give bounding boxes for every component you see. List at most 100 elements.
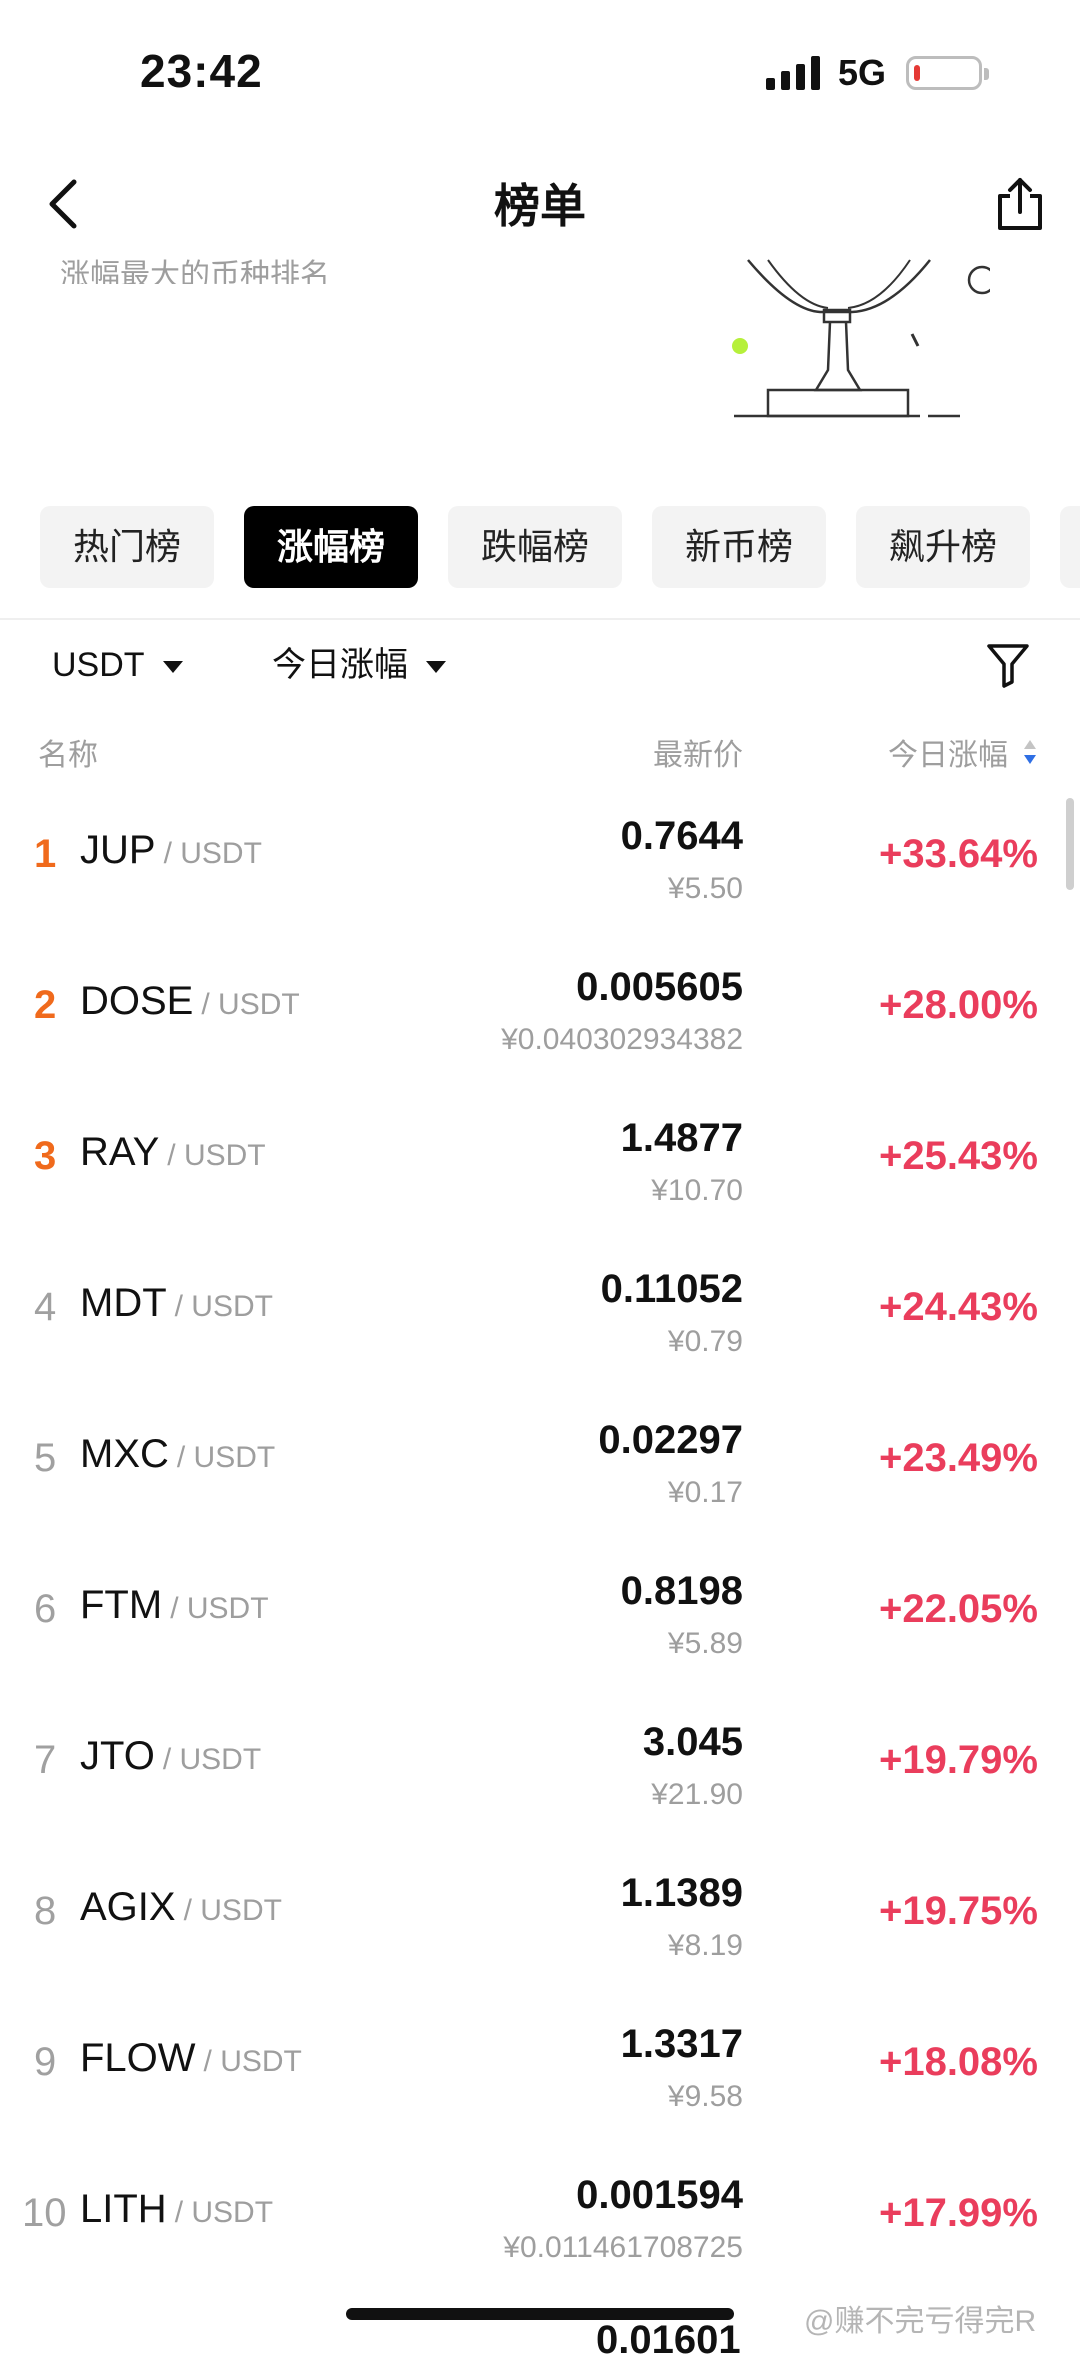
column-header-price[interactable]: 最新价 (653, 730, 743, 774)
last-price: 0.8198 (620, 1569, 743, 1613)
rank-number: 1 (34, 832, 57, 876)
table-row[interactable]: 4 MDT / USDT 0.11052 ¥0.79 +24.43% (0, 1245, 1080, 1396)
cny-price: ¥0.011461708725 (503, 2231, 743, 2264)
pair-name: MXC / USDT (80, 1432, 275, 1477)
trophy-illustration (732, 259, 990, 418)
pair-name: FLOW / USDT (80, 2036, 302, 2081)
coin-symbol: MXC (80, 1432, 169, 1476)
share-icon[interactable] (992, 176, 1048, 232)
cny-price: ¥10.70 (651, 1174, 743, 1207)
divider (0, 618, 1080, 620)
cny-price: ¥5.50 (667, 872, 743, 905)
last-price: 0.11052 (600, 1267, 743, 1311)
change-percent: +23.49% (878, 1436, 1038, 1480)
table-row[interactable]: 10 LITH / USDT 0.001594 ¥0.011461708725 +17.9… (0, 2151, 1080, 2302)
network-type: 5G (838, 52, 887, 93)
rank-number: 5 (34, 1436, 57, 1480)
quote-currency: / USDT (174, 1290, 273, 1323)
table-row[interactable]: 7 JTO / USDT 3.045 ¥21.90 +19.79% (0, 1698, 1080, 1849)
coin-symbol: MDT (80, 1281, 167, 1325)
pair-name: RAY / USDT (80, 1130, 266, 1175)
table-row[interactable]: 5 MXC / USDT 0.02297 ¥0.17 +23.49% (0, 1396, 1080, 1547)
change-percent: +24.43% (878, 1285, 1038, 1329)
table-row[interactable]: 6 FTM / USDT 0.8198 ¥5.89 +22.05% (0, 1547, 1080, 1698)
cny-price: ¥0.79 (667, 1325, 743, 1358)
rank-number: 2 (34, 983, 57, 1027)
last-price: 3.045 (642, 1720, 743, 1764)
coin-symbol: JUP (80, 828, 156, 872)
pair-name: MDT / USDT (80, 1281, 273, 1326)
quote-currency: / USDT (183, 1894, 282, 1927)
last-price: 0.001594 (576, 2173, 743, 2217)
quote-currency: / USDT (167, 1139, 266, 1172)
table-row[interactable]: 1 JUP / USDT 0.7644 ¥5.50 +33.64% (0, 792, 1080, 943)
change-percent: +17.99% (878, 2191, 1038, 2235)
table-row[interactable]: 2 DOSE / USDT 0.005605 ¥0.040302934382 +28.00… (0, 943, 1080, 1094)
quote-currency: / USDT (176, 1441, 276, 1474)
cny-price: ¥8.19 (667, 1929, 743, 1962)
funnel-icon[interactable] (986, 642, 1030, 688)
tab-more[interactable] (1060, 506, 1080, 588)
table-row[interactable]: 8 AGIX / USDT 1.1389 ¥8.19 +19.75% (0, 1849, 1080, 2000)
quote-currency: / USDT (201, 988, 300, 1021)
coin-symbol: FLOW (80, 2036, 196, 2080)
coin-symbol: JTO (80, 1734, 155, 1778)
change-percent: +19.75% (878, 1889, 1038, 1933)
quote-currency-dropdown[interactable]: USDT (52, 640, 183, 690)
pair-name: JTO / USDT (80, 1734, 261, 1779)
rank-number: 8 (34, 1889, 57, 1933)
change-percent: +19.79% (878, 1738, 1038, 1782)
last-price: 0.02297 (598, 1418, 743, 1462)
last-price: 1.1389 (620, 1871, 743, 1915)
quote-currency: / USDT (162, 1743, 262, 1776)
status-time: 23:42 (140, 45, 263, 97)
coin-symbol: FTM (80, 1583, 163, 1627)
page-title: 榜单 (494, 180, 586, 232)
signal-icon (766, 56, 820, 90)
last-price: 1.3317 (620, 2022, 743, 2066)
tab-hot[interactable]: 热门榜 (40, 506, 214, 588)
sort-icon[interactable] (1022, 738, 1038, 766)
page-subtitle: 涨幅最大的币种排名 (60, 259, 330, 284)
tab-new-coins[interactable]: 新币榜 (652, 506, 826, 588)
coin-symbol: AGIX (80, 1885, 176, 1929)
quote-currency: / USDT (163, 837, 262, 870)
last-price: 1.4877 (620, 1116, 743, 1160)
change-percent: +22.05% (878, 1587, 1038, 1631)
caret-down-icon (426, 661, 446, 674)
column-header-name: 名称 (38, 739, 98, 772)
change-percent: +25.43% (878, 1134, 1038, 1178)
coin-symbol: DOSE (80, 979, 194, 1023)
cny-price: ¥21.90 (651, 1778, 743, 1811)
tab-gainers[interactable]: 涨幅榜 (244, 506, 418, 588)
tab-losers[interactable]: 跌幅榜 (448, 506, 622, 588)
cny-price: ¥5.89 (667, 1627, 743, 1660)
caret-down-icon (162, 661, 183, 674)
column-header-change[interactable]: 今日涨幅 (888, 730, 1008, 774)
rank-number: 6 (34, 1587, 57, 1631)
pair-name: DOSE / USDT (80, 979, 300, 1024)
table-row[interactable]: 9 FLOW / USDT 1.3317 ¥9.58 +18.08% (0, 2000, 1080, 2151)
quote-currency-label: USDT (52, 646, 145, 684)
coin-symbol: RAY (80, 1130, 160, 1174)
last-price: 0.7644 (620, 814, 743, 858)
change-percent: +18.08% (878, 2040, 1038, 2084)
rank-number: 7 (34, 1738, 57, 1782)
tab-surging[interactable]: 飙升榜 (856, 506, 1030, 588)
rank-number: 3 (34, 1134, 57, 1178)
home-indicator[interactable] (346, 2308, 734, 2320)
cny-price: ¥9.58 (667, 2080, 743, 2113)
quote-currency: / USDT (203, 2045, 302, 2078)
pair-name: JUP / USDT (80, 828, 262, 873)
quote-currency: / USDT (170, 1592, 269, 1625)
table-row[interactable]: 3 RAY / USDT 1.4877 ¥10.70 +25.43% (0, 1094, 1080, 1245)
battery-icon (906, 56, 989, 90)
cny-price: ¥0.17 (667, 1476, 743, 1509)
cny-price: ¥0.040302934382 (501, 1023, 743, 1056)
period-label: 今日涨幅 (272, 646, 408, 684)
period-dropdown[interactable]: 今日涨幅 (272, 640, 446, 690)
change-percent: +33.64% (878, 832, 1038, 876)
watermark: @赚不完亏得完R (804, 2305, 1037, 2338)
pair-name: LITH / USDT (80, 2187, 273, 2232)
pair-name: AGIX / USDT (80, 1885, 282, 1930)
